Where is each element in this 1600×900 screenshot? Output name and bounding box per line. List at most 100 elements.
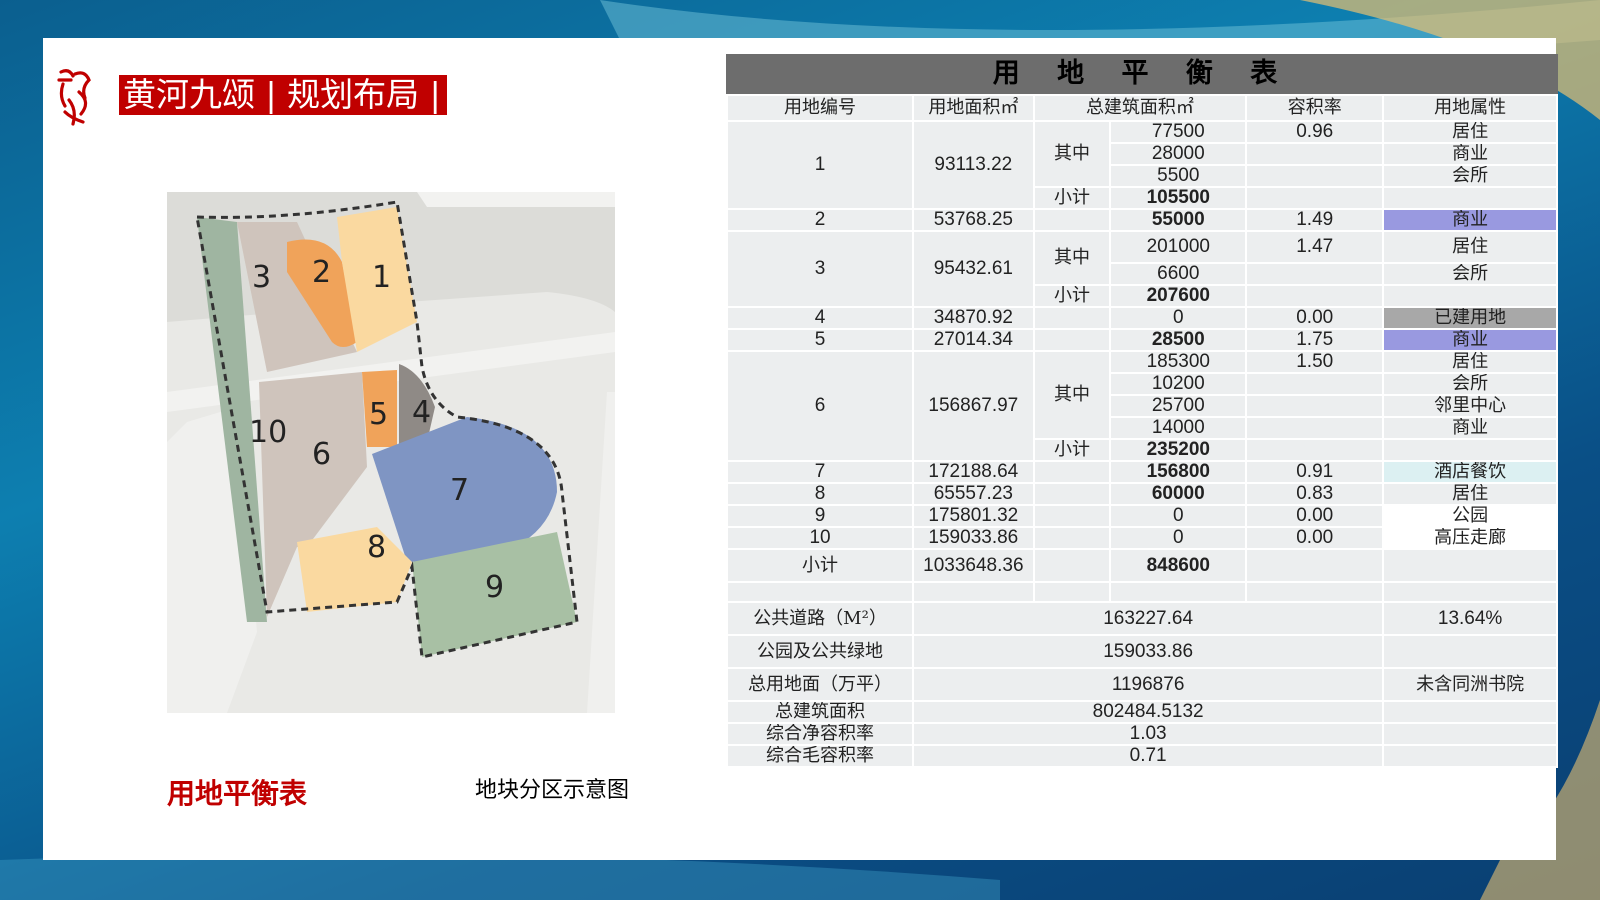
cell-use <box>1382 284 1558 308</box>
cell-id: 4 <box>725 306 915 330</box>
cell-build-sum: 60000 <box>1109 482 1248 506</box>
seal-logo-icon <box>57 69 91 126</box>
cell-sub <box>1032 482 1112 506</box>
map-label-1: 1 <box>372 260 391 295</box>
cell-area: 156867.97 <box>912 350 1035 462</box>
cell-use <box>1382 438 1558 462</box>
table-row: 2 53768.25 55000 1.49 商业 <box>725 208 1558 232</box>
header-building-area: 总建筑面积㎡ <box>1032 94 1248 122</box>
cell-area: 65557.23 <box>912 482 1035 506</box>
page-title: 黄河九颂 | 规划布局 | <box>119 75 447 115</box>
cell-use: 已建用地 <box>1382 306 1558 330</box>
cell-build-sum: 105500 <box>1109 186 1248 210</box>
cell-id: 1 <box>725 120 915 210</box>
subtotal-build: 848600 <box>1109 548 1248 583</box>
cell-build-sum: 0 <box>1109 526 1248 550</box>
cell-use: 商业 <box>1382 208 1558 232</box>
cell-qizhong: 其中 <box>1032 230 1112 286</box>
cell-far <box>1245 262 1385 286</box>
cell-id: 2 <box>725 208 915 232</box>
table-header-row: 用地编号 用地面积㎡ 总建筑面积㎡ 容积率 用地属性 <box>725 94 1558 122</box>
cell-use: 居住 <box>1382 482 1558 506</box>
cell-use <box>1382 186 1558 210</box>
cell-build: 185300 <box>1109 350 1248 374</box>
map-label-9: 9 <box>485 570 504 605</box>
caption-parcel-map: 地块分区示意图 <box>475 778 630 803</box>
cell-id: 6 <box>725 350 915 462</box>
cell-build: 28000 <box>1109 142 1248 166</box>
cell-far: 1.75 <box>1245 328 1385 352</box>
cell-sub <box>1032 208 1112 232</box>
summary-label: 总建筑面积 <box>725 700 915 724</box>
cell-area: 34870.92 <box>912 306 1035 330</box>
header-parcel-id: 用地编号 <box>725 94 915 122</box>
cell-build: 25700 <box>1109 394 1248 418</box>
land-balance-grid: 用地编号 用地面积㎡ 总建筑面积㎡ 容积率 用地属性 1 93113.22 其中… <box>725 94 1558 768</box>
cell-sub <box>1032 504 1112 528</box>
cell-use: 会所 <box>1382 372 1558 396</box>
cell-area: 172188.64 <box>912 460 1035 484</box>
summary-row-gross-far: 综合毛容积率 0.71 <box>725 744 1558 768</box>
cell-sub <box>1032 526 1112 550</box>
header-land-area: 用地面积㎡ <box>912 94 1035 122</box>
table-title: 用 地 平 衡 表 <box>726 54 1558 94</box>
cell-sub <box>1032 306 1112 330</box>
summary-note: 未含同洲书院 <box>1382 667 1558 702</box>
cell-sub <box>1032 460 1112 484</box>
cell-build-sum: 0 <box>1109 504 1248 528</box>
summary-ratio: 13.64% <box>1382 601 1558 636</box>
cell-use <box>1382 548 1558 583</box>
table-row: 8 65557.23 60000 0.83 居住 <box>725 482 1558 506</box>
cell-use: 邻里中心 <box>1382 394 1558 418</box>
summary-note <box>1382 634 1558 669</box>
cell-build-sum: 156800 <box>1109 460 1248 484</box>
summary-label: 综合毛容积率 <box>725 744 915 768</box>
cell-qizhong: 其中 <box>1032 350 1112 440</box>
header-land-use: 用地属性 <box>1382 94 1558 122</box>
cell-use: 会所 <box>1382 262 1558 286</box>
cell-use: 商业 <box>1382 416 1558 440</box>
cell-id: 10 <box>725 526 915 550</box>
map-label-2: 2 <box>312 255 331 290</box>
table-row: 3 95432.61 其中 201000 1.47 居住 <box>725 230 1558 308</box>
cell-use: 会所 <box>1382 164 1558 188</box>
map-label-4: 4 <box>412 395 431 430</box>
cell-build-sum: 55000 <box>1109 208 1248 232</box>
summary-note <box>1382 722 1558 746</box>
cell-far <box>1245 548 1385 583</box>
table-row: 6 156867.97 其中 185300 1.50 居住 <box>725 350 1558 462</box>
summary-note <box>1382 744 1558 768</box>
map-label-10: 10 <box>249 415 287 450</box>
map-label-7: 7 <box>450 473 469 508</box>
land-balance-table: 用 地 平 衡 表 用地编号 用地面积㎡ 总建筑面积㎡ 容积率 用地属性 1 9… <box>725 54 1558 768</box>
cell-id: 3 <box>725 230 915 308</box>
cell-build-sum: 28500 <box>1109 328 1248 352</box>
cell-area: 93113.22 <box>912 120 1035 210</box>
cell-build-sum: 207600 <box>1109 284 1248 308</box>
cell-far: 1.50 <box>1245 350 1385 374</box>
cell-build: 10200 <box>1109 372 1248 396</box>
map-label-8: 8 <box>367 530 386 565</box>
summary-note <box>1382 700 1558 724</box>
cell-far <box>1245 186 1385 210</box>
cell-area: 175801.32 <box>912 504 1035 528</box>
header-far: 容积率 <box>1245 94 1385 122</box>
cell-use: 居住 <box>1382 120 1558 144</box>
cell-xiaoji: 小计 <box>1032 438 1112 462</box>
cell-far <box>1245 416 1385 440</box>
summary-row-park: 公园及公共绿地 159033.86 <box>725 634 1558 669</box>
cell-area: 53768.25 <box>912 208 1035 232</box>
cell-build-sum: 235200 <box>1109 438 1248 462</box>
empty-row <box>725 581 1558 603</box>
summary-label: 公园及公共绿地 <box>725 634 915 669</box>
cell-use: 居住 <box>1382 350 1558 374</box>
cell-far: 0.83 <box>1245 482 1385 506</box>
summary-value: 802484.5132 <box>912 700 1385 724</box>
summary-label: 总用地面（万平） <box>725 667 915 702</box>
table-row: 5 27014.34 28500 1.75 商业 <box>725 328 1558 352</box>
cell-build: 14000 <box>1109 416 1248 440</box>
cell-area: 159033.86 <box>912 526 1035 550</box>
summary-value: 1.03 <box>912 722 1385 746</box>
cell-build: 77500 <box>1109 120 1248 144</box>
cell-far: 1.47 <box>1245 230 1385 264</box>
